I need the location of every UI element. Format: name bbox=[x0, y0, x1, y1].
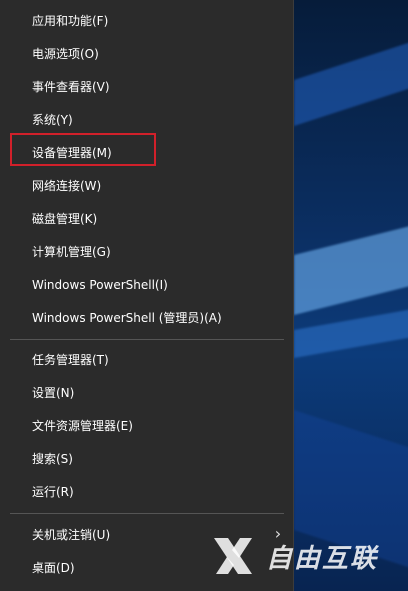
light-beam bbox=[294, 410, 408, 582]
desktop-background bbox=[294, 0, 408, 591]
menu-item-label: 设备管理器(M) bbox=[32, 146, 112, 160]
menu-item-label: 系统(Y) bbox=[32, 113, 73, 127]
menu-item-label: 网络连接(W) bbox=[32, 179, 102, 193]
menu-item-label: 关机或注销(U) bbox=[32, 528, 111, 542]
menu-item-power-options[interactable]: 电源选项(O) bbox=[0, 37, 293, 70]
menu-item-label: 搜索(S) bbox=[32, 452, 73, 466]
menu-item-device-manager[interactable]: 设备管理器(M) bbox=[0, 136, 293, 169]
light-beam bbox=[294, 215, 408, 315]
menu-item-label: 计算机管理(G) bbox=[32, 245, 111, 259]
menu-item-label: Windows PowerShell (管理员)(A) bbox=[32, 311, 222, 325]
menu-item-label: 桌面(D) bbox=[32, 561, 75, 575]
menu-item-label: Windows PowerShell(I) bbox=[32, 277, 168, 292]
menu-separator bbox=[10, 339, 284, 340]
menu-item-event-viewer[interactable]: 事件查看器(V) bbox=[0, 70, 293, 103]
menu-item-network-connections[interactable]: 网络连接(W) bbox=[0, 169, 293, 202]
menu-item-label: 运行(R) bbox=[32, 485, 74, 499]
menu-item-file-explorer[interactable]: 文件资源管理器(E) bbox=[0, 409, 293, 442]
menu-item-label: 磁盘管理(K) bbox=[32, 212, 98, 226]
menu-item-shutdown-signout[interactable]: 关机或注销(U) bbox=[0, 518, 293, 551]
menu-item-computer-management[interactable]: 计算机管理(G) bbox=[0, 235, 293, 268]
menu-item-search[interactable]: 搜索(S) bbox=[0, 442, 293, 475]
menu-item-desktop[interactable]: 桌面(D) bbox=[0, 551, 293, 584]
menu-separator bbox=[10, 513, 284, 514]
menu-item-disk-management[interactable]: 磁盘管理(K) bbox=[0, 202, 293, 235]
menu-item-system[interactable]: 系统(Y) bbox=[0, 103, 293, 136]
menu-item-apps-features[interactable]: 应用和功能(F) bbox=[0, 4, 293, 37]
menu-item-label: 事件查看器(V) bbox=[32, 80, 110, 94]
chevron-right-icon: › bbox=[274, 524, 282, 543]
menu-item-label: 任务管理器(T) bbox=[32, 353, 109, 367]
menu-item-task-manager[interactable]: 任务管理器(T) bbox=[0, 343, 293, 376]
menu-item-run[interactable]: 运行(R) bbox=[0, 475, 293, 508]
screen: 应用和功能(F) 电源选项(O) 事件查看器(V) 系统(Y) 设备管理器(M)… bbox=[0, 0, 408, 591]
menu-item-label: 文件资源管理器(E) bbox=[32, 419, 133, 433]
menu-item-label: 电源选项(O) bbox=[32, 47, 99, 61]
menu-item-label: 应用和功能(F) bbox=[32, 14, 109, 28]
menu-item-powershell-admin[interactable]: Windows PowerShell (管理员)(A) bbox=[0, 301, 293, 334]
light-beam bbox=[294, 28, 408, 126]
winx-context-menu: 应用和功能(F) 电源选项(O) 事件查看器(V) 系统(Y) 设备管理器(M)… bbox=[0, 0, 294, 591]
menu-item-label: 设置(N) bbox=[32, 386, 75, 400]
menu-item-powershell[interactable]: Windows PowerShell(I) bbox=[0, 268, 293, 301]
menu-item-settings[interactable]: 设置(N) bbox=[0, 376, 293, 409]
